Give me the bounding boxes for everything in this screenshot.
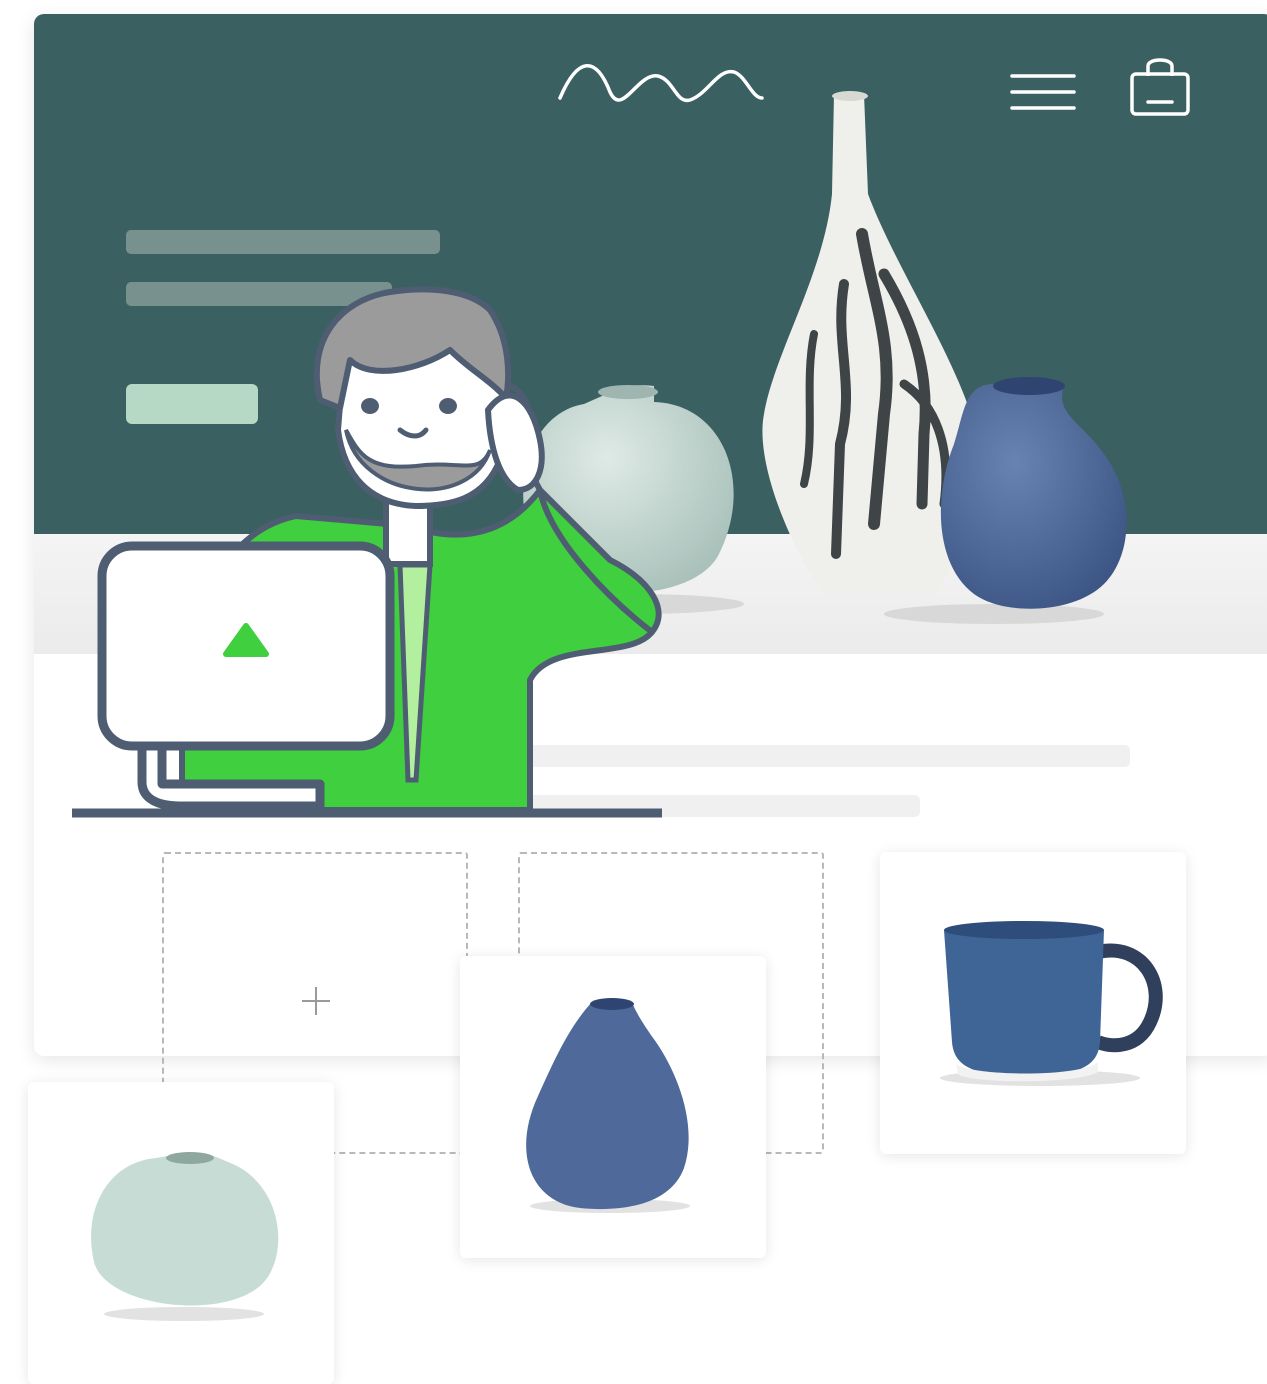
mint-round-vase-image [91,1152,279,1321]
product-card-round-vase[interactable] [28,1082,334,1384]
plus-icon [302,987,330,1015]
blue-vase-image [526,998,690,1213]
hero-headline-placeholder [126,230,440,254]
product-card-mug[interactable] [880,852,1186,1154]
product-card-vase[interactable] [460,956,766,1258]
blue-mug-image [940,921,1163,1086]
support-agent-illustration [72,286,662,818]
